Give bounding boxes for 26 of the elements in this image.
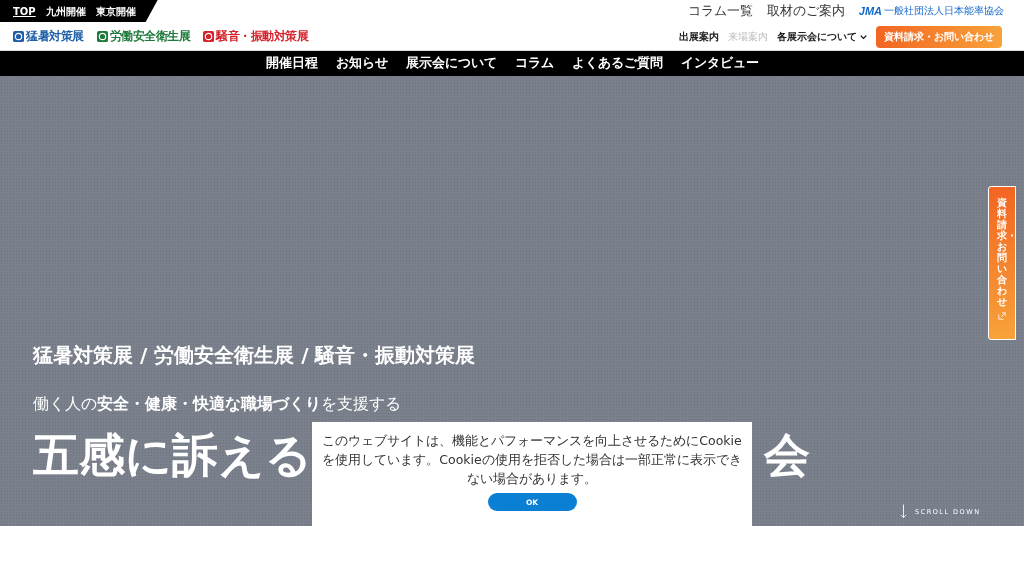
cookie-message: このウェブサイトは、機能とパフォーマンスを向上させるためにCookieを使用しています。Cookieの使用を拒否した場合は一部正常に表示できない場合があります。 bbox=[321, 432, 743, 488]
brand-logo-text[interactable]: 労働安全衛生展 bbox=[109, 28, 190, 45]
header-link[interactable]: 取材のご案内 bbox=[766, 2, 845, 20]
header-nav-link[interactable]: 出展案内 bbox=[679, 29, 719, 44]
hero-headline: 五感に訴える bbox=[33, 429, 312, 482]
main-nav-link[interactable]: お知らせ bbox=[326, 55, 397, 72]
header-link[interactable]: コラム一覧 bbox=[687, 2, 753, 20]
region-link[interactable]: 九州開催 bbox=[45, 4, 86, 18]
main-nav-link[interactable]: コラム bbox=[505, 55, 563, 72]
header-nav-link[interactable]: 各展示会について bbox=[777, 29, 857, 44]
main-nav-link[interactable]: 開催日程 bbox=[256, 55, 327, 72]
chevron-down-icon[interactable] bbox=[860, 33, 867, 40]
main-nav-link[interactable]: インタビュー bbox=[671, 55, 768, 72]
region-link[interactable]: TOP bbox=[13, 4, 36, 18]
hero-tagline: 働く人の安全・健康・快適な職場づくりを支援する bbox=[33, 394, 402, 415]
arrow-down-icon[interactable] bbox=[900, 504, 907, 519]
region-link[interactable]: 東京開催 bbox=[95, 4, 136, 18]
hero-headline: 会 bbox=[764, 429, 810, 482]
main-nav-link[interactable]: よくあるご質問 bbox=[562, 55, 672, 72]
brand-logo-text[interactable]: 騒音・振動対策展 bbox=[216, 28, 308, 45]
organization-logo[interactable]: JMA bbox=[858, 5, 882, 17]
external-link-icon bbox=[998, 312, 1006, 320]
brand-logo-text[interactable]: 猛暑対策展 bbox=[26, 28, 84, 45]
organization-name: 一般社団法人日本能率協会 bbox=[884, 4, 1004, 18]
hero-title: 猛暑対策展 / 労働安全衛生展 / 騒音・振動対策展 bbox=[33, 342, 477, 369]
main-nav-link[interactable]: 展示会について bbox=[396, 55, 506, 72]
